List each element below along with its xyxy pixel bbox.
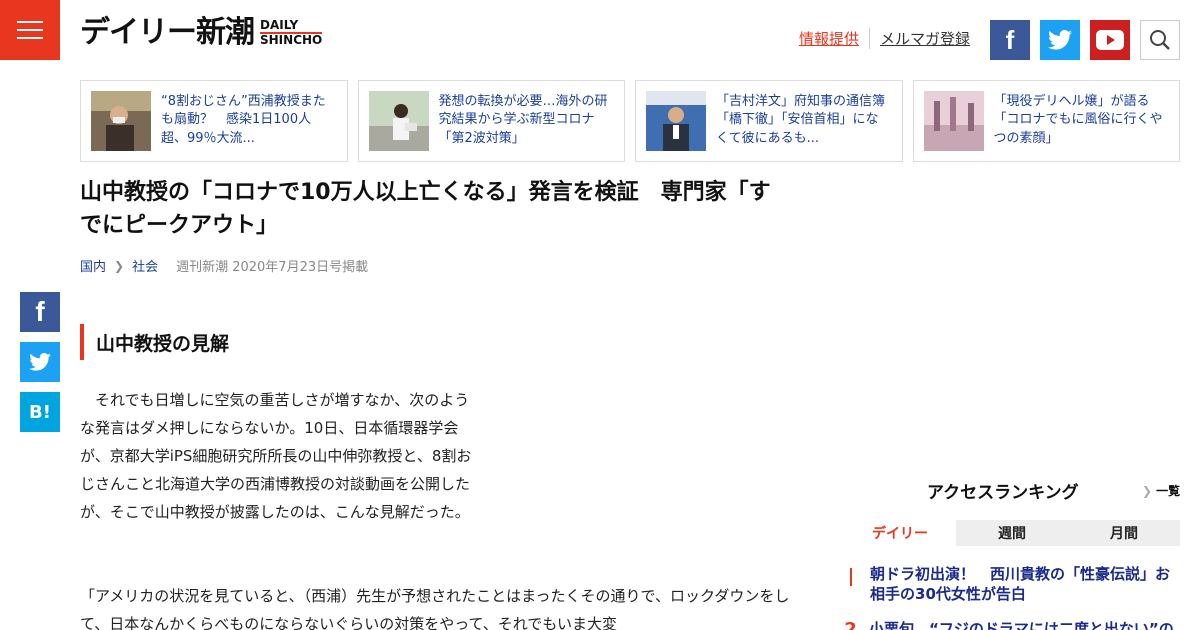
share-facebook-button[interactable]: f: [20, 292, 60, 332]
newsletter-link[interactable]: メルマガ登録: [868, 28, 970, 49]
facebook-button[interactable]: f: [990, 20, 1030, 60]
related-card-title: 発想の転換が必要…海外の研究結果から学ぶ新型コロナ「第2波対策」: [438, 93, 608, 147]
share-twitter-button[interactable]: [20, 342, 60, 382]
related-card[interactable]: “8割おじさん”西浦教授またも扇動？ 感染1日100人超、99％大流...: [80, 80, 348, 162]
article-paragraph: 「アメリカの状況を見ていると、（西浦）先生が予想されたことはまったくその通りで、…: [80, 587, 790, 630]
twitter-icon: [1048, 30, 1072, 50]
youtube-icon: [1096, 30, 1124, 50]
ranking-tabs: デイリー 週間 月間: [844, 520, 1180, 546]
section-heading: 山中教授の見解: [80, 324, 229, 360]
facebook-icon: f: [35, 296, 45, 327]
article-meta: 国内 ❯ 社会 週刊新潮 2020年7月23日号掲載: [80, 256, 369, 276]
ranking-title: アクセスランキング: [927, 483, 1079, 503]
twitter-button[interactable]: [1040, 20, 1080, 60]
related-articles: “8割おじさん”西浦教授またも扇動？ 感染1日100人超、99％大流... 発想…: [80, 80, 1180, 162]
tab-daily[interactable]: デイリー: [844, 520, 956, 546]
thumbnail-image: [923, 91, 984, 151]
tab-weekly[interactable]: 週間: [956, 520, 1068, 546]
category-link-society[interactable]: 社会: [132, 256, 158, 275]
hatena-bookmark-icon: B!: [29, 401, 51, 423]
tab-monthly[interactable]: 月間: [1068, 520, 1180, 546]
info-link[interactable]: 情報提供: [799, 28, 859, 49]
twitter-icon: [29, 353, 51, 371]
rank-marker: [850, 568, 853, 586]
menu-button[interactable]: [0, 0, 60, 60]
article-paragraph: それでも日増しに空気の重苦しさが増すなか、次のような発言はダメ押しにならないか。…: [80, 391, 472, 521]
search-icon: [1150, 30, 1170, 50]
related-card-title: 「吉村洋文」府知事の通信簿 「橋下徹」「安倍首相」になくて彼にあるも...: [716, 93, 892, 147]
chevron-right-icon: ❯: [1142, 484, 1153, 498]
logo-en: DAILY SHINCHO: [260, 17, 323, 47]
publication-info: 週刊新潮 2020年7月23日号掲載: [176, 260, 369, 275]
category-link-domestic[interactable]: 国内: [80, 256, 106, 275]
related-card[interactable]: 「現役デリヘル嬢」が語る「コロナでもに風俗に行くやつの素顔」: [912, 80, 1180, 162]
related-card[interactable]: 発想の転換が必要…海外の研究結果から学ぶ新型コロナ「第2波対策」: [357, 80, 625, 162]
youtube-button[interactable]: [1090, 20, 1130, 60]
ranking-item-title: 朝ドラ初出演！ 西川貴教の「性豪伝説」お相手の30代女性が告白: [870, 565, 1171, 604]
related-card-title: “8割おじさん”西浦教授またも扇動？ 感染1日100人超、99％大流...: [161, 93, 326, 147]
ranking-item[interactable]: 2 小栗旬、“フジのドラマには二度と出ない”の激怒: [844, 619, 1180, 630]
thumbnail-image: [646, 91, 706, 151]
ranking-item[interactable]: 朝ドラ初出演！ 西川貴教の「性豪伝説」お相手の30代女性が告白: [844, 564, 1180, 605]
related-card[interactable]: 「吉村洋文」府知事の通信簿 「橋下徹」「安倍首相」になくて彼にあるも...: [635, 80, 903, 162]
ranking-more-link[interactable]: ❯ 一覧: [1142, 482, 1180, 499]
logo-jp: デイリー新潮: [80, 15, 255, 50]
article-title: 山中教授の「コロナで10万人以上亡くなる」発言を検証 専門家「すでにピークアウト…: [80, 180, 771, 238]
thumbnail-image: [368, 91, 429, 151]
thumbnail-image: [91, 91, 151, 151]
rank-number: 2: [844, 619, 857, 630]
chevron-right-icon: ❯: [114, 258, 125, 273]
related-card-title: 「現役デリヘル嬢」が語る「コロナでもに風俗に行くやつの素顔」: [993, 93, 1163, 147]
ranking-item-title: 小栗旬、“フジのドラマには二度と出ない”の激怒: [869, 620, 1174, 630]
header-links: 情報提供 メルマガ登録: [799, 28, 970, 49]
hamburger-icon: [17, 21, 43, 23]
share-hatena-button[interactable]: B!: [20, 392, 60, 432]
facebook-icon: f: [1005, 24, 1015, 55]
site-logo[interactable]: デイリー新潮 DAILY SHINCHO: [80, 15, 323, 50]
search-button[interactable]: [1140, 20, 1180, 60]
